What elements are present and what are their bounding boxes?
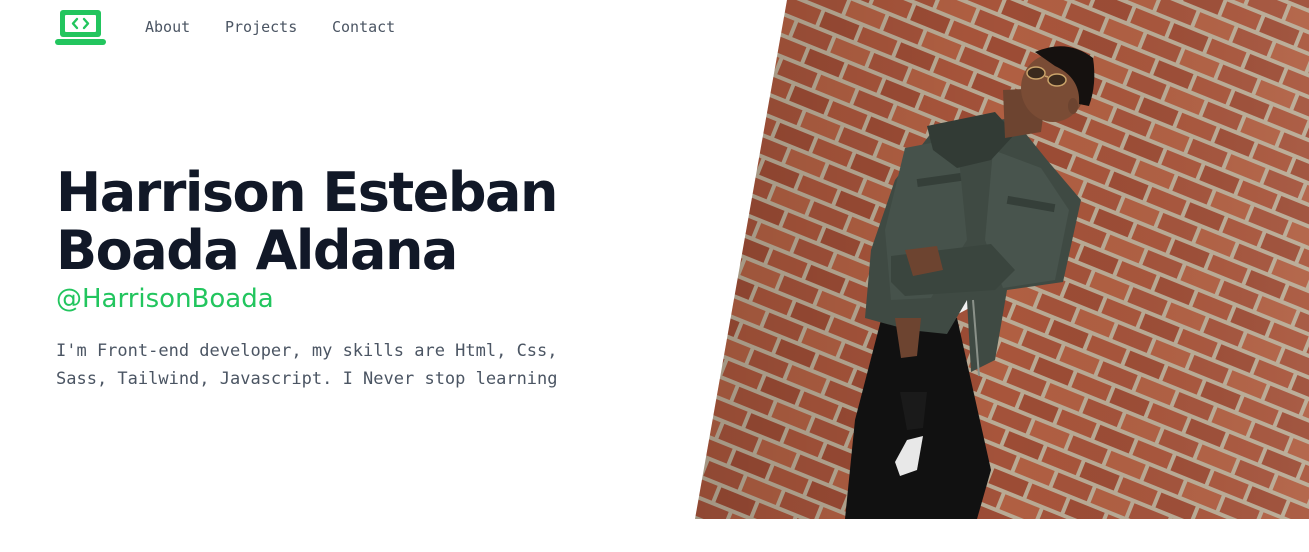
hero-name-line2: Boada Aldana [56, 219, 458, 282]
hero-name-line1: Harrison Esteban [56, 161, 558, 224]
portrait-photo [695, 0, 1309, 519]
main-nav: About Projects Contact [145, 18, 395, 36]
nav-about-link[interactable]: About [145, 18, 225, 36]
hero-handle: @HarrisonBoada [56, 284, 274, 314]
page: About Projects Contact Harrison Esteban … [0, 0, 1309, 552]
nav-contact-link[interactable]: Contact [332, 18, 395, 36]
hero-bio-line2: Sass, Tailwind, Javascript. I Never stop… [56, 369, 558, 389]
nav-projects-link[interactable]: Projects [225, 18, 332, 36]
hero-name: Harrison Esteban Boada Aldana [56, 164, 656, 280]
hero-bio: I'm Front-end developer, my skills are H… [56, 337, 616, 393]
hero-bio-line1: I'm Front-end developer, my skills are H… [56, 341, 558, 361]
laptop-code-icon[interactable] [55, 9, 106, 46]
